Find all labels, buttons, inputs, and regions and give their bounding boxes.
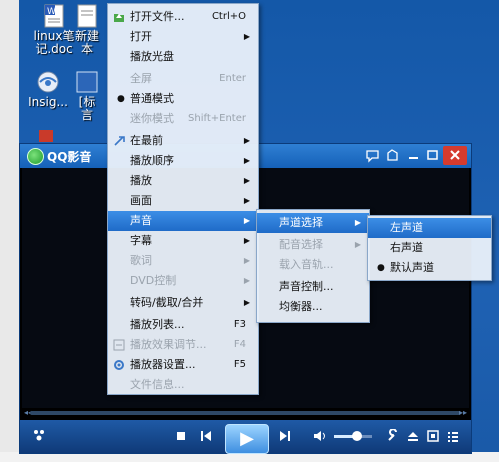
seek-end-marker: ▸▸ — [458, 408, 467, 417]
tools-icon[interactable] — [32, 428, 46, 446]
open-folder-icon — [114, 14, 124, 22]
menu-item-file-info[interactable]: 文件信息... — [108, 375, 258, 395]
menu-item-playlist[interactable]: 播放列表... F3 — [108, 315, 258, 335]
play-icon: ▶ — [240, 428, 254, 449]
close-icon[interactable] — [443, 146, 467, 165]
submenu-arrow-icon: ▶ — [243, 256, 250, 265]
maximize-icon[interactable] — [424, 147, 441, 164]
eject-icon[interactable] — [406, 429, 420, 447]
submenu-arrow-icon: ▶ — [354, 240, 361, 249]
submenu-arrow-icon: ▶ — [243, 156, 250, 165]
desktop-icon-label: 新建 本 — [74, 29, 99, 56]
next-icon[interactable] — [278, 429, 292, 447]
play-button[interactable]: ▶ — [225, 424, 269, 454]
chat-icon[interactable] — [364, 147, 381, 164]
volume-icon[interactable] — [312, 429, 328, 447]
menu-item-open[interactable]: 打开 ▶ — [108, 27, 258, 47]
menu-item-on-top[interactable]: 在最前 ▶ — [108, 131, 258, 151]
menu-item-picture[interactable]: 画面 ▶ — [108, 191, 258, 211]
channel-submenu: 左声道 右声道 ● 默认声道 — [367, 215, 492, 281]
menu-item-sound-control[interactable]: 声音控制... — [257, 277, 369, 297]
svg-text:W: W — [47, 7, 56, 17]
menu-item-lyrics[interactable]: 歌词 ▶ — [108, 251, 258, 271]
menu-item-normal-mode[interactable]: ● 普通模式 — [108, 89, 258, 109]
skin-icon[interactable] — [384, 147, 401, 164]
effects-icon — [113, 339, 125, 351]
menu-item-right-channel[interactable]: 右声道 — [368, 238, 491, 258]
seek-bar[interactable] — [30, 411, 461, 415]
desktop-icon-app[interactable]: [标 言 — [67, 70, 107, 122]
previous-icon[interactable] — [199, 429, 213, 447]
menu-item-play-disc[interactable]: 播放光盘 — [108, 47, 258, 67]
radio-dot-icon: ● — [377, 263, 385, 273]
wrench-icon[interactable] — [386, 428, 400, 447]
fullscreen-icon[interactable] — [426, 429, 440, 447]
menu-item-sound[interactable]: 声音 ▶ — [108, 211, 258, 231]
submenu-arrow-icon: ▶ — [243, 176, 250, 185]
minimize-icon[interactable] — [405, 147, 422, 164]
menu-item-open-file[interactable]: 打开文件... Ctrl+O — [108, 7, 258, 27]
volume-knob[interactable] — [351, 431, 362, 441]
app-icon — [75, 70, 99, 94]
qq-player-logo-icon — [27, 148, 44, 165]
playlist-icon[interactable] — [446, 429, 460, 447]
player-title: QQ影音 — [47, 150, 92, 164]
desktop-icon-text-doc[interactable]: 新建 本 — [67, 4, 107, 56]
submenu-arrow-icon: ▶ — [243, 136, 250, 145]
sound-submenu: 声道选择 ▶ 配音选择 ▶ 载入音轨... 声音控制... 均衡器... — [256, 209, 370, 323]
desktop-partial-icon — [39, 130, 53, 142]
submenu-arrow-icon: ▶ — [243, 32, 250, 41]
menu-item-player-settings[interactable]: 播放器设置... F5 — [108, 355, 258, 375]
globe-app-icon — [36, 70, 60, 94]
word-doc-icon: W — [42, 4, 66, 28]
menu-item-transcode[interactable]: 转码/截取/合并 ▶ — [108, 293, 258, 313]
settings-icon — [114, 360, 124, 370]
menu-item-dub-select[interactable]: 配音选择 ▶ — [257, 235, 369, 255]
submenu-arrow-icon: ▶ — [243, 216, 250, 225]
submenu-arrow-icon: ▶ — [354, 218, 361, 227]
menu-item-load-track[interactable]: 载入音轨... — [257, 255, 369, 275]
menu-item-left-channel[interactable]: 左声道 — [368, 218, 491, 238]
stop-icon[interactable] — [175, 430, 187, 446]
main-context-menu: 打开文件... Ctrl+O 打开 ▶ 播放光盘 全屏 Enter ● 普通模式… — [107, 3, 259, 395]
submenu-arrow-icon: ▶ — [243, 196, 250, 205]
menu-item-effects[interactable]: 播放效果调节... F4 — [108, 335, 258, 355]
pin-icon — [114, 136, 125, 146]
submenu-arrow-icon: ▶ — [243, 236, 250, 245]
menu-item-fullscreen[interactable]: 全屏 Enter — [108, 69, 258, 89]
submenu-arrow-icon: ▶ — [243, 276, 250, 285]
desktop-icon-label: [标 言 — [78, 95, 96, 122]
menu-item-play[interactable]: 播放 ▶ — [108, 171, 258, 191]
submenu-arrow-icon: ▶ — [243, 298, 250, 307]
menu-item-dvd-control[interactable]: DVD控制 ▶ — [108, 271, 258, 291]
text-doc-icon — [75, 4, 99, 28]
screenshot-frame: W linux笔 记.doc 新建 本 Insig... [标 言 QQ影音 ◂… — [0, 0, 499, 462]
menu-item-equalizer[interactable]: 均衡器... — [257, 297, 369, 317]
menu-item-play-order[interactable]: 播放顺序 ▶ — [108, 151, 258, 171]
menu-item-channel-select[interactable]: 声道选择 ▶ — [257, 213, 369, 233]
radio-dot-icon: ● — [117, 94, 125, 104]
menu-item-mini-mode[interactable]: 迷你模式 Shift+Enter — [108, 109, 258, 129]
menu-item-subtitles[interactable]: 字幕 ▶ — [108, 231, 258, 251]
menu-item-default-channel[interactable]: ● 默认声道 — [368, 258, 491, 278]
